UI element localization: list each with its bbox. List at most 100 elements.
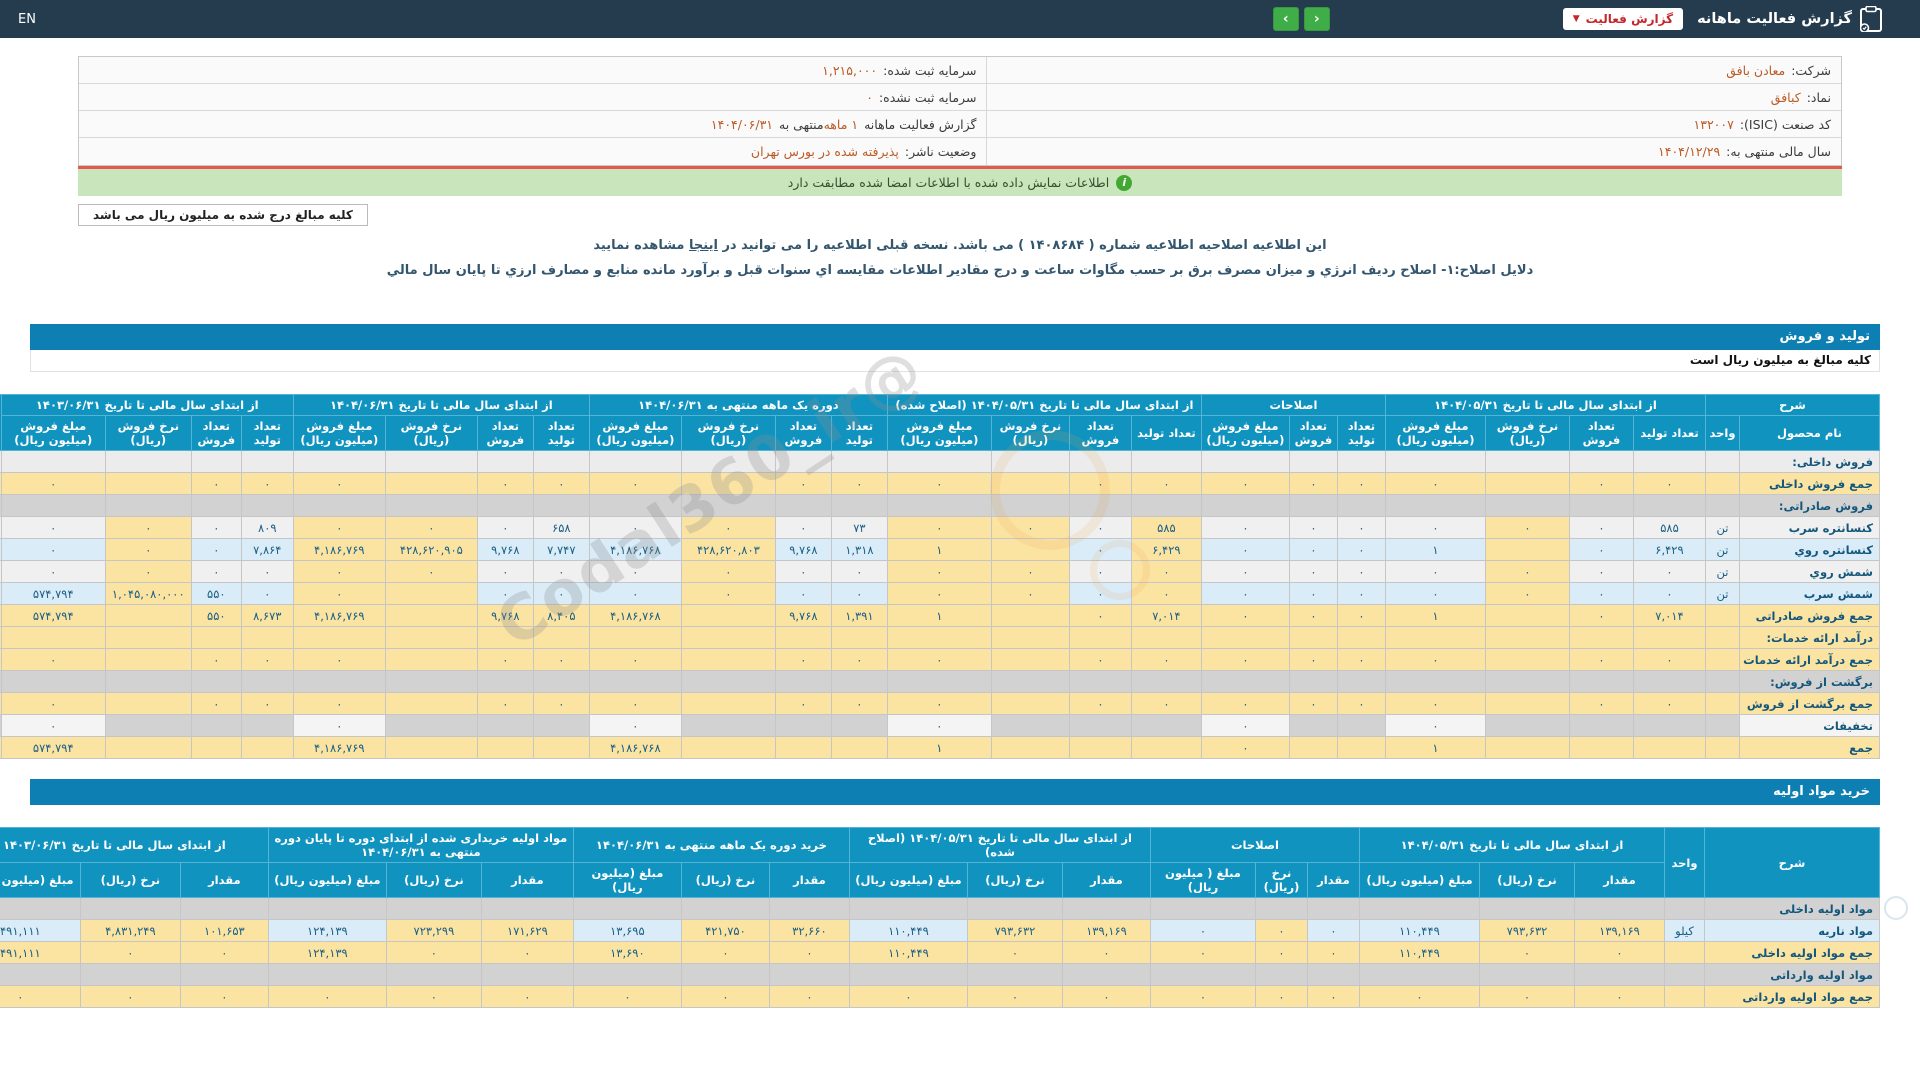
value-cell: ۰ <box>1068 604 1132 627</box>
value-cell <box>267 897 387 920</box>
status-cell <box>0 450 2 473</box>
value-cell <box>1254 963 1308 986</box>
top-bar: گزارش فعالیت ماهانه گزارش فعالیت ▼ ‹ › E… <box>0 0 1920 38</box>
table-row: مواد اولیه وارداتی <box>0 963 1880 986</box>
value-cell <box>1484 648 1570 671</box>
value-cell: ۰ <box>190 692 242 715</box>
value-cell: ۰ <box>1568 516 1634 539</box>
value-cell <box>292 494 386 517</box>
value-cell: ۰ <box>267 985 387 1008</box>
language-switch[interactable]: EN <box>18 12 36 27</box>
value-cell: ۰ <box>0 472 106 495</box>
column-header: مقدار <box>768 862 850 898</box>
value-cell: ۰ <box>1384 714 1486 737</box>
next-report-button[interactable]: › <box>1272 7 1299 31</box>
value-cell: ۸۰۹ <box>240 516 294 539</box>
value-cell: ۰ <box>1306 985 1360 1008</box>
value-cell <box>1200 670 1290 693</box>
row-label: جمع فروش صادراتی <box>1739 604 1880 627</box>
value-cell <box>774 714 832 737</box>
value-cell <box>384 648 478 671</box>
value-cell <box>1574 897 1665 920</box>
value-cell: ۰ <box>588 692 682 715</box>
table-row: جمع برگشت از فروش ۰ ۰ ۰ ۰ ۰ ۰ ۰ ۰ ۰ ۰ ۰ ۰ ۰ ۰ ۰ ۰ ۰ ۰ <box>0 692 1880 715</box>
value-cell <box>104 714 192 737</box>
value-cell <box>476 494 534 517</box>
value-cell: ۰ <box>1336 692 1386 715</box>
value-cell <box>240 626 294 649</box>
value-cell <box>680 714 776 737</box>
value-cell: ۰ <box>1288 516 1338 539</box>
value-cell: ۰ <box>1288 582 1338 605</box>
value-cell <box>886 494 992 517</box>
column-header: واحد <box>1664 827 1705 898</box>
value-cell <box>1632 714 1706 737</box>
column-header: مقدار <box>1061 862 1151 898</box>
value-cell <box>190 626 242 649</box>
value-cell: ۰ <box>292 560 386 583</box>
row-label: جمع درآمد ارائه خدمات <box>1739 648 1880 671</box>
value-cell <box>774 450 832 473</box>
value-cell: ۹,۷۶۸ <box>476 604 534 627</box>
value-cell: ۰ <box>588 560 682 583</box>
value-cell: ۰ <box>774 582 832 605</box>
value-cell <box>476 450 534 473</box>
value-cell <box>1306 897 1360 920</box>
column-header: تعداد تولید <box>532 415 590 451</box>
info-label: شرکت: <box>1791 62 1831 78</box>
value-cell <box>104 692 192 715</box>
amendment-text-after: مشاهده نمایید <box>593 238 690 253</box>
unit-cell: تن <box>1704 560 1741 583</box>
prev-report-button[interactable]: ‹ <box>1303 7 1330 31</box>
value-cell: ۰ <box>1254 941 1308 964</box>
value-cell: ۰ <box>1336 472 1386 495</box>
value-cell: ۰ <box>1568 538 1634 561</box>
status-cell <box>0 736 2 759</box>
table-row: مواد ناریه کیلو ۱۳۹,۱۶۹ ۷۹۳,۶۳۲ ۱۱۰,۴۴۹ ۰ ۰ ۰ ۱۳… <box>0 919 1880 942</box>
info-value: ۱۴۰۴/۱۲/۲۹ <box>1658 144 1721 159</box>
value-cell <box>1130 494 1202 517</box>
value-cell: ۰ <box>1336 516 1386 539</box>
value-cell: ۴,۱۸۶,۷۶۸ <box>588 736 682 759</box>
value-cell: ۰ <box>532 472 590 495</box>
unit-cell <box>1704 736 1741 759</box>
column-header: تعداد تولید <box>830 415 888 451</box>
value-cell: ۰ <box>774 560 832 583</box>
column-header: مبلغ (میلیون ریال) <box>848 862 968 898</box>
value-cell: ۴,۸۳۱,۲۴۹ <box>79 919 181 942</box>
value-cell: ۰ <box>292 692 386 715</box>
value-cell: ۴۹۱,۱۱۱ <box>0 919 81 942</box>
value-cell: ۰ <box>1200 582 1290 605</box>
value-cell: ۰ <box>476 692 534 715</box>
value-cell: ۰ <box>1254 919 1308 942</box>
value-cell <box>267 963 387 986</box>
column-header: نرخ (ریال) <box>79 862 181 898</box>
column-header: نام محصول <box>1739 415 1880 451</box>
value-cell <box>1149 963 1256 986</box>
value-cell <box>79 963 181 986</box>
value-cell: ۰ <box>79 985 181 1008</box>
column-header: مقدار <box>1306 862 1360 898</box>
value-cell: ۰ <box>179 985 269 1008</box>
value-cell <box>1068 670 1132 693</box>
value-cell <box>1068 494 1132 517</box>
info-value: ۱ ماهه <box>823 116 859 132</box>
value-cell: ۰ <box>680 560 776 583</box>
report-type-dropdown[interactable]: گزارش فعالیت ▼ <box>1562 8 1684 30</box>
value-cell: ۰ <box>1336 538 1386 561</box>
value-cell: ۵۵۰ <box>190 604 242 627</box>
column-header: نرخ (ریال) <box>680 862 770 898</box>
value-cell: ۷۳ <box>830 516 888 539</box>
value-cell <box>1632 736 1706 759</box>
company-info-box: شرکت: معادن بافق سرمایه ثبت شده: ۱,۲۱۵,۰۰۰ ن… <box>78 56 1842 166</box>
value-cell <box>990 626 1070 649</box>
info-value: ۰ <box>866 89 873 105</box>
value-cell <box>532 626 590 649</box>
value-cell: ۰ <box>1200 538 1290 561</box>
table-row: جمع مواد اولیه داخلی ۰ ۰ ۱۱۰,۴۴۹ ۰ ۰ ۰ ۰ ۰ ۱۱۰,۴۴… <box>0 941 1880 964</box>
value-cell <box>1068 714 1132 737</box>
value-cell <box>1306 963 1360 986</box>
previous-version-link[interactable]: اینجا <box>689 238 718 253</box>
value-cell: ۴۲۱,۷۵۰ <box>680 919 770 942</box>
clipboard-icon <box>1859 5 1882 33</box>
